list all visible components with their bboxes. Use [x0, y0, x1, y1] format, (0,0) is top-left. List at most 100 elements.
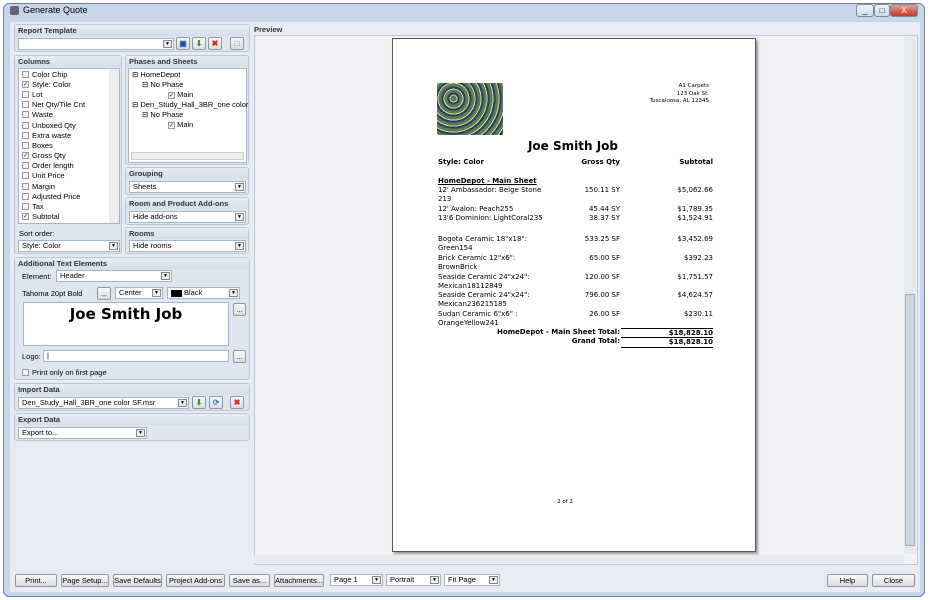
checkbox[interactable] — [22, 182, 29, 190]
header-text-area[interactable]: Joe Smith Job — [23, 302, 229, 346]
close-window-button[interactable]: X — [890, 4, 918, 17]
project-addons-button[interactable]: Project Add-ons — [166, 574, 225, 587]
option-label: Lot — [32, 89, 43, 99]
tree-node[interactable]: ⊟ Den_Study_Hall_3BR_one color — [132, 100, 248, 110]
column-option[interactable]: Lot — [19, 89, 119, 99]
align-select[interactable]: Center ▼ — [115, 287, 163, 299]
column-option[interactable]: Margin — [19, 181, 119, 191]
checkbox[interactable]: ✓ — [22, 152, 29, 160]
tree-node[interactable]: ✓ Main — [132, 90, 243, 100]
save-template-icon[interactable]: ▣ — [176, 37, 190, 50]
column-option[interactable]: ✓ Gross Qty — [19, 151, 119, 161]
checkbox[interactable]: ✓ — [22, 213, 29, 221]
new-template-icon[interactable]: □ — [230, 37, 244, 50]
export-select[interactable]: Export to... ▼ — [18, 427, 147, 439]
text-options-button[interactable]: ... — [233, 303, 246, 316]
column-option[interactable]: Tax — [19, 201, 119, 211]
checkbox[interactable] — [22, 368, 29, 376]
column-option[interactable]: Adjusted Price — [19, 191, 119, 201]
checkbox[interactable] — [22, 172, 29, 180]
save-as-button[interactable]: Save as... — [229, 574, 270, 587]
checkbox[interactable] — [22, 101, 29, 109]
column-option[interactable]: Boxes — [19, 140, 119, 150]
horizontal-scrollbar[interactable] — [254, 555, 904, 564]
close-button[interactable]: Close — [872, 574, 915, 587]
checkbox[interactable] — [22, 131, 29, 139]
checkbox[interactable] — [22, 111, 29, 119]
tree-node[interactable]: ⊟ No Phase — [132, 80, 243, 90]
checkbox[interactable]: ✓ — [168, 92, 175, 99]
first-page-checkbox[interactable]: Print only on first page — [19, 367, 107, 377]
rooms-select[interactable]: Hide rooms ▼ — [129, 240, 246, 252]
help-button[interactable]: Help — [827, 574, 868, 587]
phases-tree[interactable]: ⊟ HomeDepot ⊟ No Phase ✓ Main ⊟ Den_Stud… — [128, 68, 248, 163]
checkbox[interactable] — [22, 203, 29, 211]
chevron-down-icon: ▼ — [235, 183, 244, 191]
vertical-scrollbar[interactable] — [904, 36, 916, 554]
color-select[interactable]: Black ▼ — [167, 287, 240, 299]
row-subtotal: $3,452.69 — [677, 235, 713, 243]
delete-template-icon[interactable]: ✖ — [208, 37, 222, 50]
tree-node[interactable]: ✓ Main — [132, 120, 243, 130]
tree-node[interactable]: ⊟ HomeDepot — [132, 70, 243, 80]
row-qty: 45.44 SY — [589, 205, 620, 213]
refresh-icon[interactable]: ⟳ — [209, 396, 223, 409]
checkbox[interactable] — [22, 162, 29, 170]
column-option[interactable]: Net Qty/Tile Cnt — [19, 100, 119, 110]
zoom-select[interactable]: Fit Page ▼ — [444, 574, 500, 586]
scrollbar[interactable] — [109, 69, 119, 223]
section-title: HomeDepot - Main Sheet — [438, 177, 537, 185]
element-select[interactable]: Header ▼ — [56, 270, 172, 282]
save-defaults-button[interactable]: Save Defaults — [113, 574, 162, 587]
column-option[interactable]: Color Chip — [19, 69, 119, 79]
columns-list[interactable]: Color Chip ✓ Style: Color Lot Net Qty/Tile C… — [18, 68, 120, 224]
import-select[interactable]: Den_Study_Hall_3BR_one color SF.msr ▼ — [18, 397, 189, 409]
option-label: Waste — [32, 110, 53, 120]
chevron-down-icon: ▼ — [178, 399, 187, 407]
column-option[interactable]: Order length — [19, 161, 119, 171]
checkbox[interactable] — [22, 90, 29, 98]
checkbox[interactable] — [22, 70, 29, 78]
page-select[interactable]: Page 1 ▼ — [330, 574, 383, 586]
column-option[interactable]: ✓ Style: Color — [19, 79, 119, 89]
grouping-select[interactable]: Sheets ▼ — [129, 181, 246, 193]
import-template-icon[interactable]: ⬇ — [192, 37, 206, 50]
checkbox[interactable]: ✓ — [22, 80, 29, 88]
node-label: Main — [177, 90, 194, 99]
total-value: $18,828.10 — [621, 337, 713, 348]
scroll-thumb[interactable] — [905, 294, 915, 546]
column-option[interactable]: Waste — [19, 110, 119, 120]
orientation-select[interactable]: Portrait ▼ — [386, 574, 441, 586]
import-icon[interactable]: ⬇ — [192, 396, 206, 409]
checkbox[interactable]: ✓ — [168, 122, 175, 129]
row-qty: 38.37 SY — [589, 214, 620, 222]
column-option[interactable]: Extra waste — [19, 130, 119, 140]
option-label: Extra waste — [32, 130, 72, 140]
column-option[interactable]: Unit Price — [19, 171, 119, 181]
column-option[interactable]: ✓ Subtotal — [19, 212, 119, 222]
checkbox[interactable] — [22, 121, 29, 129]
delete-import-icon[interactable]: ✖ — [230, 396, 244, 409]
horizontal-scrollbar[interactable] — [131, 152, 244, 160]
checkbox[interactable] — [22, 141, 29, 149]
chevron-down-icon: ▼ — [430, 576, 439, 584]
page-setup-button[interactable]: Page Setup... — [61, 574, 109, 587]
font-button[interactable]: ... — [97, 287, 111, 300]
attachments-button[interactable]: Attachments... — [274, 574, 324, 587]
logo-input[interactable]: | — [43, 350, 229, 362]
maximize-button[interactable]: □ — [874, 4, 890, 17]
report-template-select[interactable]: ▼ — [18, 38, 174, 50]
minimize-button[interactable]: _ — [856, 4, 874, 17]
columns-group: Columns Color Chip ✓ Style: Color Lot Net Qt… — [14, 55, 122, 254]
print-button[interactable]: Print... — [15, 574, 57, 587]
checkbox[interactable] — [22, 192, 29, 200]
logo-browse-button[interactable]: ... — [233, 350, 246, 363]
addons-select[interactable]: Hide add-ons ▼ — [129, 211, 246, 223]
tree-node[interactable]: ⊟ No Phase — [132, 110, 243, 120]
column-option[interactable]: Unboxed Qty — [19, 120, 119, 130]
node-label: Den_Study_Hall_3BR_one color — [140, 100, 249, 109]
option-label: Style: Color — [32, 79, 71, 89]
group-header: Rooms — [126, 228, 248, 239]
sort-order-select[interactable]: Style: Color ▼ — [18, 240, 120, 252]
group-header: Export Data — [15, 414, 249, 425]
